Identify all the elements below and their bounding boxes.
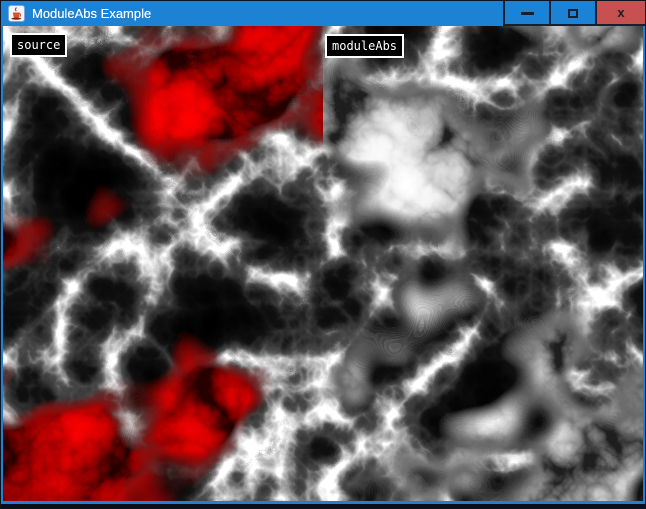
minimize-button[interactable] [503,1,549,26]
java-coffee-cup-icon [8,5,25,22]
moduleabs-noise-render [323,26,643,501]
moduleabs-panel-label: moduleAbs [325,34,404,58]
maximize-icon [568,9,578,18]
noise-canvas [3,26,643,501]
render-area: source moduleAbs [3,26,643,501]
titlebar[interactable]: ModuleAbs Example x [1,1,645,26]
window-title: ModuleAbs Example [32,1,503,26]
source-panel-label: source [10,33,67,57]
close-icon: x [617,6,624,19]
maximize-button[interactable] [549,1,595,26]
close-button[interactable]: x [595,1,645,26]
minimize-icon [521,12,534,15]
window-controls: x [503,1,645,26]
app-window: ModuleAbs Example x [0,0,646,509]
source-noise-render [3,26,323,501]
window-bottom-frame [1,501,645,508]
